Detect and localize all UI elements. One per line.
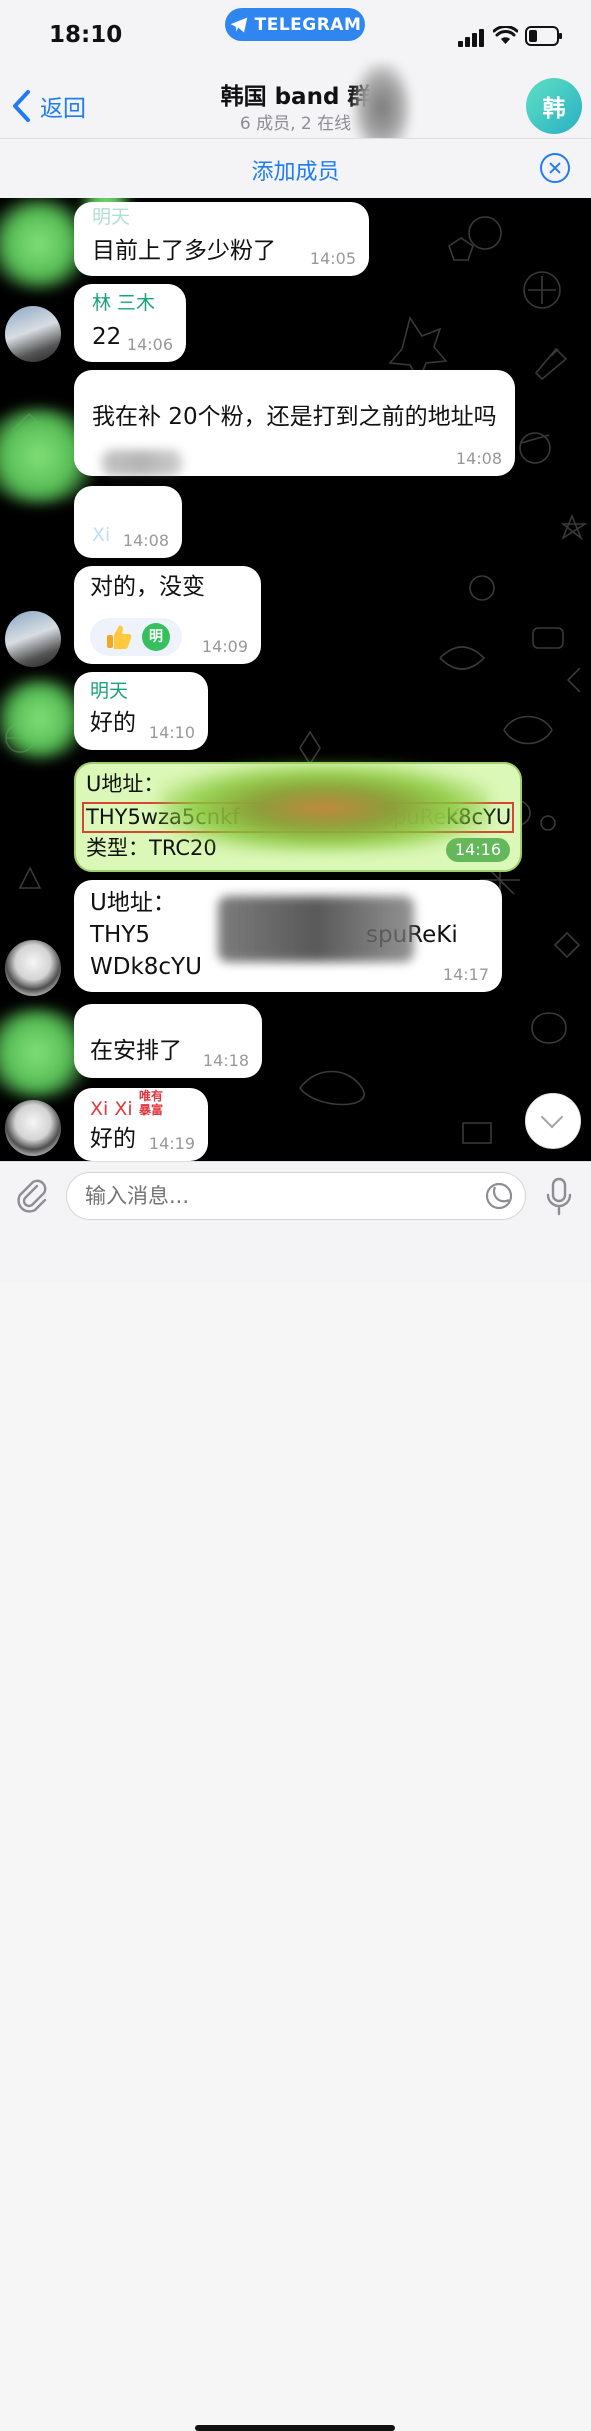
- user-avatar-lin[interactable]: [5, 611, 61, 667]
- message-text: 22: [92, 324, 122, 350]
- message-text: WDk8cYU: [90, 954, 202, 980]
- paperclip-icon[interactable]: [12, 1176, 50, 1214]
- add-members-bar: 添加成员: [0, 138, 591, 200]
- paper-plane-icon: [230, 17, 247, 32]
- user-avatar-xixi[interactable]: [5, 940, 61, 996]
- message-time: 14:08: [122, 531, 169, 550]
- message-sender: 林 三木: [92, 292, 156, 314]
- sticker-icon[interactable]: [484, 1181, 514, 1211]
- chat-header: 返回 韩国 band 群 6 成员, 2 在线: [0, 62, 591, 138]
- message-text: 对的，没变: [90, 574, 205, 600]
- message-time: 14:10: [148, 723, 195, 742]
- status-bar: 18:10 TELEGRAM: [0, 0, 591, 62]
- reaction-avatar: 明: [142, 623, 170, 651]
- redaction-blur: [160, 764, 490, 852]
- reaction-chip[interactable]: 明: [90, 618, 182, 656]
- message-time: 14:19: [148, 1134, 195, 1153]
- message-text: 好的: [90, 710, 136, 736]
- message-bubble[interactable]: Xi Xi 唯有 暴富 好的 14:19: [74, 1088, 208, 1161]
- message-text: U地址：: [90, 890, 176, 916]
- user-avatar-lin[interactable]: [5, 306, 61, 362]
- message-time: 14:05: [309, 249, 356, 268]
- message-composer: [0, 1161, 591, 2431]
- status-time: 18:10: [49, 22, 123, 48]
- message-bubble[interactable]: 明天 好的 14:10: [74, 672, 208, 750]
- telegram-pill-label: TELEGRAM: [254, 14, 362, 35]
- cell-signal-icon: [458, 29, 484, 47]
- add-members-link[interactable]: 添加成员: [0, 154, 591, 186]
- redaction-blur: [102, 450, 182, 476]
- chat-area[interactable]: 明天 目前上了多少粉了 14:05 林 三木 22 14:06 我在补 20个粉…: [0, 198, 591, 1161]
- message-sender: 明天: [90, 680, 129, 702]
- redaction-blur: [218, 896, 414, 962]
- message-bubble[interactable]: 明天 目前上了多少粉了 14:05: [74, 202, 369, 276]
- message-time: 14:06: [126, 335, 173, 354]
- user-avatar-xixi[interactable]: [5, 1100, 61, 1156]
- message-text: 我在补 20个粉，还是打到之前的地址吗: [92, 404, 497, 430]
- message-bubble[interactable]: 在安排了 14:18: [74, 1004, 262, 1078]
- telegram-pill[interactable]: TELEGRAM: [225, 8, 365, 41]
- sender-badge: 唯有: [139, 1089, 164, 1103]
- message-sender: Xi Xi: [90, 1098, 133, 1120]
- group-avatar[interactable]: 韩: [526, 78, 582, 134]
- thumbs-up-icon: [107, 625, 132, 649]
- message-bubble[interactable]: 对的，没变 明 14:09: [74, 566, 261, 664]
- message-time: 14:08: [455, 449, 502, 468]
- message-time: 14:18: [202, 1051, 249, 1070]
- message-text: THY5: [90, 922, 151, 948]
- close-circle-icon[interactable]: [540, 153, 570, 183]
- message-input[interactable]: [66, 1172, 526, 1220]
- message-bubble[interactable]: Xi 14:08: [74, 486, 182, 558]
- wifi-icon: [493, 26, 518, 44]
- chat-title[interactable]: 韩国 band 群: [0, 77, 591, 111]
- microphone-icon[interactable]: [544, 1176, 574, 1216]
- battery-icon: [525, 26, 562, 46]
- message-sender: 明天: [92, 206, 131, 228]
- scroll-down-button[interactable]: [525, 1093, 581, 1149]
- message-time: 14:09: [201, 637, 248, 656]
- message-bubble[interactable]: 林 三木 22 14:06: [74, 284, 186, 362]
- message-text: Xi: [92, 524, 111, 546]
- message-text: 好的: [90, 1126, 136, 1152]
- home-indicator: [195, 2425, 395, 2431]
- message-text: U地址：: [86, 772, 165, 796]
- message-text: 在安排了: [90, 1038, 182, 1064]
- chat-subtitle: 6 成员, 2 在线: [239, 114, 352, 134]
- message-time: 14:17: [442, 965, 489, 984]
- sender-badge: 暴富: [139, 1103, 164, 1117]
- message-text: 目前上了多少粉了: [92, 238, 276, 264]
